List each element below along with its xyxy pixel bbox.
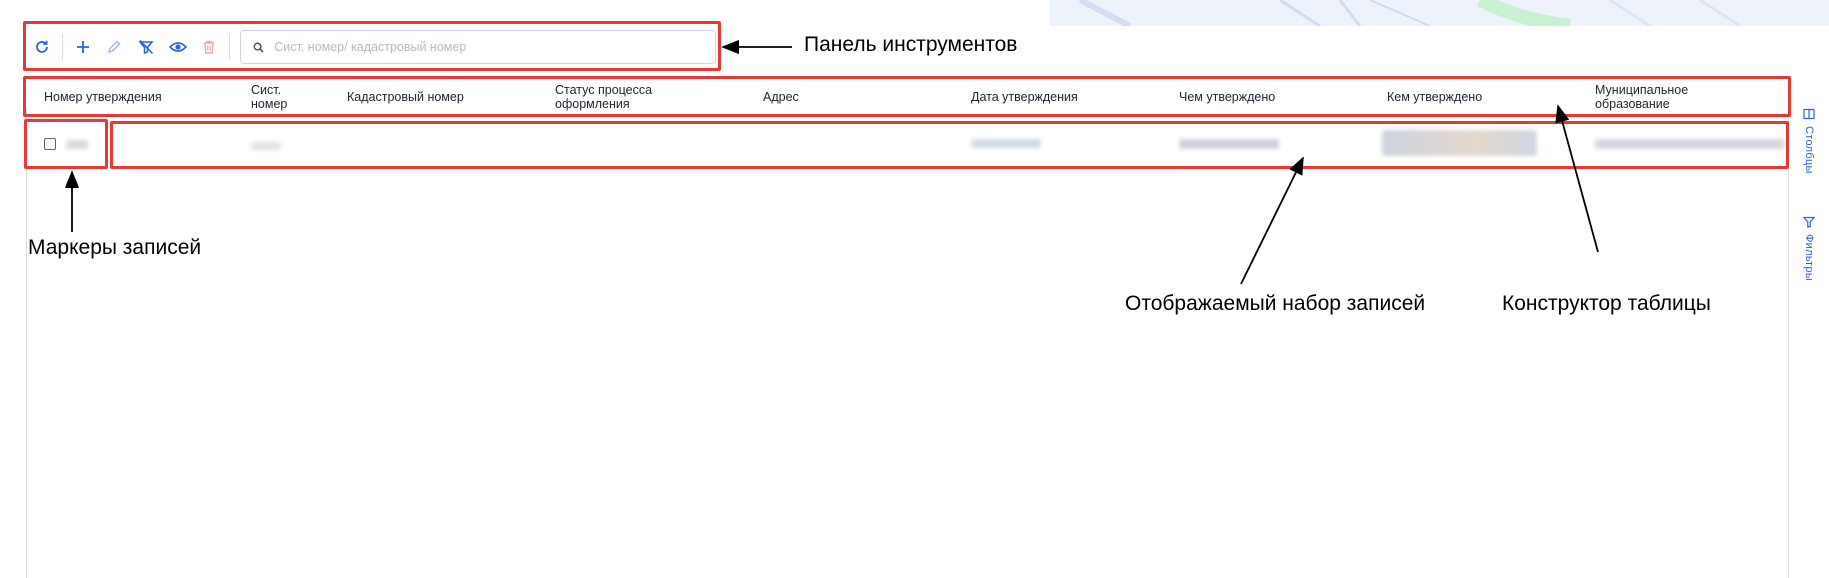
- annotation-record-markers: Маркеры записей: [28, 236, 202, 259]
- annotation-toolbar: Панель инструментов: [804, 33, 1018, 56]
- annotation-table-builder: Конструктор таблицы: [1502, 292, 1711, 315]
- annotation-arrows: [64, 39, 1599, 285]
- annotation-record-set: Отображаемый набор записей: [1125, 292, 1426, 315]
